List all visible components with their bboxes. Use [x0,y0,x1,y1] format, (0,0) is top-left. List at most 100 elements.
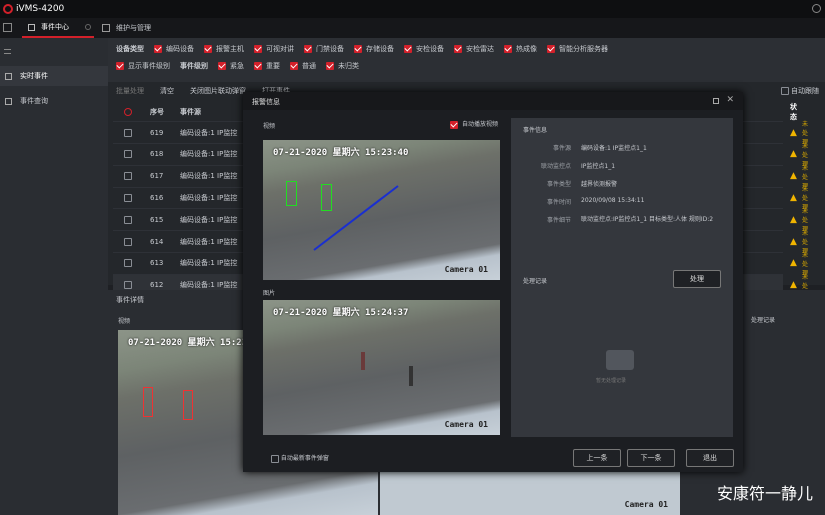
warning-icon: ▲ [790,192,797,203]
close-icon[interactable]: ✕ [726,95,734,105]
field-label: 事件源 [552,145,571,152]
row-checkbox[interactable] [124,281,132,290]
tab-maintenance[interactable]: 维护与管理 [102,18,151,38]
alarm-modal: 报警信息 ✕ 视频 自动播放视频 07-21-2020 星期六 15:23:40… [243,92,743,472]
image-label: 图片 [263,290,276,297]
clear-button[interactable]: 清空 [160,86,174,96]
grid-icon[interactable] [3,23,12,32]
tab-event-center[interactable]: 事件中心 [22,18,94,38]
close-icon[interactable] [85,24,91,30]
level-checkbox[interactable]: 紧急 [218,61,244,71]
warning-icon: ▲ [790,127,797,138]
image-timestamp: 07-21-2020 星期六 15:24:37 [273,308,409,318]
row-checkbox[interactable] [124,215,132,224]
row-source: 编码设备:1 IP监控 [180,281,238,290]
warning-icon: ▲ [790,280,797,291]
row-source: 编码设备:1 IP监控 [180,259,238,268]
settings-icon[interactable] [812,4,821,13]
search-icon [5,97,12,105]
exit-button[interactable]: 退出 [686,449,734,467]
next-button[interactable]: 下一条 [627,449,675,467]
row-no: 617 [150,172,164,181]
header-no[interactable]: 序号 [150,107,164,117]
auto-play-checkbox[interactable]: 自动播放视频 [450,119,498,129]
filter-checkbox[interactable]: 可视对讲 [254,44,294,54]
watermark-text: 安康符一静儿 [716,484,813,503]
person [409,366,413,386]
modal-title: 报警信息 [252,98,280,106]
camera-label: Camera 01 [444,420,488,429]
event-info-title: 事件信息 [523,127,548,134]
tab-label: 事件中心 [41,23,69,31]
header-status[interactable]: 状态 [790,102,797,122]
details-image[interactable]: Camera 01 [380,470,680,515]
warning-icon: ▲ [790,171,797,182]
person [361,352,365,370]
batch-button[interactable]: 批量处理 [116,86,144,96]
warning-icon: ▲ [790,149,797,160]
modal-header: 报警信息 ✕ [243,92,743,110]
app-title: iVMS-4200 [16,4,65,14]
filter-checkbox[interactable]: 门禁设备 [304,44,344,54]
row-source: 编码设备:1 IP监控 [180,215,238,224]
level-checkbox[interactable]: 普通 [290,61,316,71]
level-checkbox[interactable]: 未归类 [326,61,359,71]
filter-checkbox[interactable]: 安检雷达 [454,44,494,54]
sidebar-item-realtime[interactable]: 实时事件 [0,66,108,86]
field-value: 联动监控点:IP监控点1_1 目标类型:人体 规则ID:2 [581,216,714,223]
row-no: 618 [150,150,164,159]
sidebar-item-label: 实时事件 [20,72,48,80]
field-label: 事件类型 [546,181,571,188]
alarm-video[interactable]: 07-21-2020 星期六 15:23:40 Camera 01 [263,140,500,280]
filter-checkbox[interactable]: 安检设备 [404,44,444,54]
tab-label: 维护与管理 [116,24,151,32]
field-value: 越界侦测报警 [581,181,618,188]
tripwire-line [313,185,399,251]
process-button[interactable]: 处理 [673,270,721,288]
title-bar: iVMS-4200 [0,0,825,18]
row-checkbox[interactable] [124,128,132,137]
alarm-image[interactable]: 07-21-2020 星期六 15:24:37 Camera 01 [263,300,500,435]
row-no: 616 [150,193,164,202]
field-value: 编码设备:1 IP监控点1_1 [581,145,647,152]
row-no: 612 [150,281,164,290]
warning-icon: ▲ [790,236,797,247]
row-no: 613 [150,259,164,268]
detection-box [143,387,153,417]
filter-checkbox[interactable]: 热成像 [504,44,537,54]
details-record-label: 处理记录 [751,317,776,324]
row-checkbox[interactable] [124,193,132,202]
prev-button[interactable]: 上一条 [573,449,621,467]
filter-checkbox[interactable]: 智能分析服务器 [547,44,608,54]
row-source: 编码设备:1 IP监控 [180,128,238,137]
row-no: 615 [150,215,164,224]
filter-checkbox[interactable]: 编码设备 [154,44,194,54]
close-popup-button[interactable]: 关闭图片联动弹窗 [190,86,246,96]
no-popup-checkbox[interactable]: 自动最新事件弹窗 [271,453,329,463]
video-label: 视频 [263,123,276,130]
camera-label: Camera 01 [624,500,668,509]
record-title: 处理记录 [523,278,548,285]
sidebar: 实时事件 事件查询 [0,38,108,515]
row-checkbox[interactable] [124,259,132,268]
filter-checkbox[interactable]: 报警主机 [204,44,244,54]
realtime-icon [5,72,12,80]
show-level-checkbox[interactable]: 显示事件级别 [116,61,170,71]
sidebar-item-search[interactable]: 事件查询 [0,91,108,111]
filter-checkbox[interactable]: 存储设备 [354,44,394,54]
empty-box-icon [606,350,634,370]
auto-follow-checkbox[interactable]: 自动跟随 [780,86,819,96]
select-all-checkbox[interactable] [124,107,132,116]
row-checkbox[interactable] [124,150,132,159]
maximize-icon[interactable] [713,98,719,104]
header-source[interactable]: 事件源 [180,107,201,117]
menu-icon[interactable] [4,49,11,54]
sidebar-item-label: 事件查询 [20,97,48,105]
field-value: 2020/09/08 15:34:11 [581,197,645,204]
row-checkbox[interactable] [124,172,132,181]
bell-icon [28,23,35,31]
details-title: 事件详情 [116,296,144,304]
row-source: 编码设备:1 IP监控 [180,237,238,246]
level-checkbox[interactable]: 重要 [254,61,280,71]
row-checkbox[interactable] [124,237,132,246]
